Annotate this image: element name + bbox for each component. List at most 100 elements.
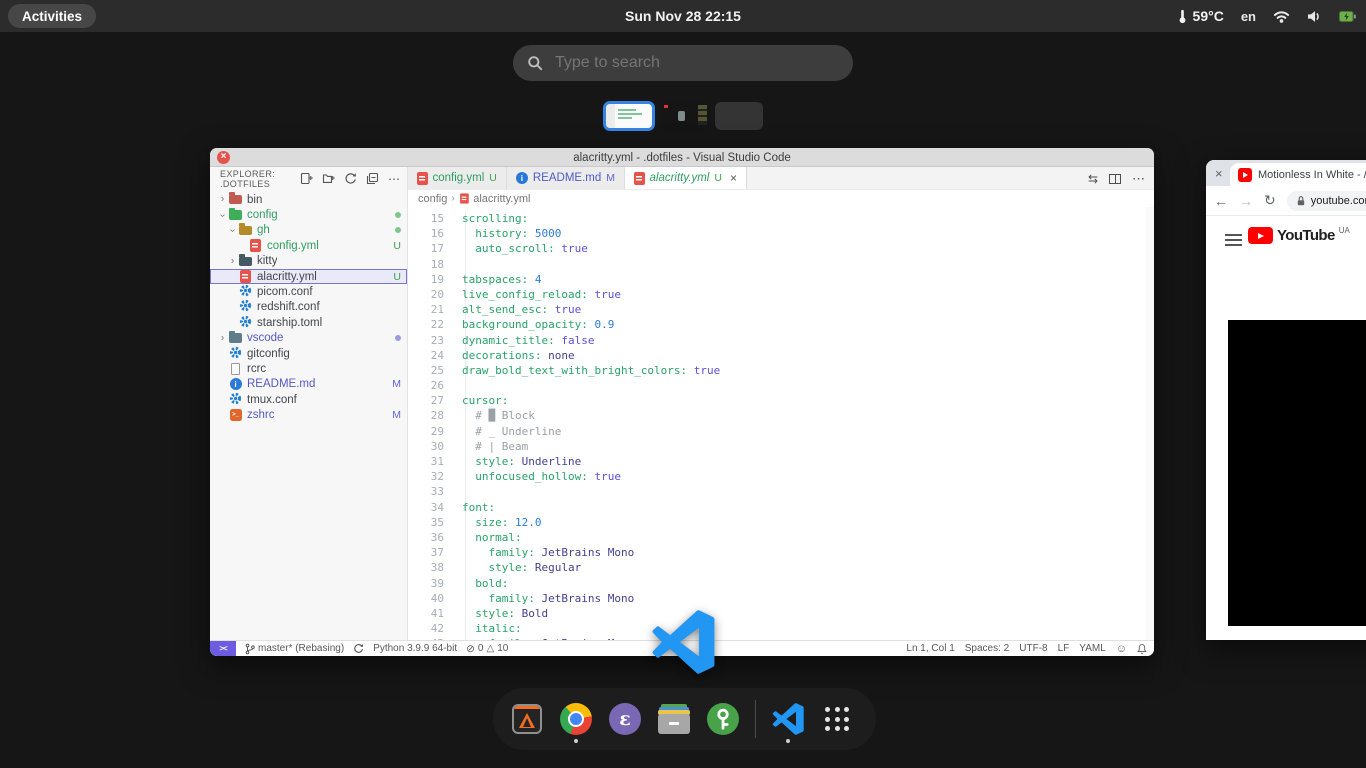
line-number: 37	[408, 545, 454, 560]
back-button[interactable]: ←	[1214, 193, 1228, 209]
tab-dirty-badge: M	[606, 172, 615, 184]
system-tray[interactable]: 59°C en	[1177, 0, 1356, 32]
code-text: history: 5000	[454, 226, 561, 241]
tab-config.yml[interactable]: config.ymlU	[408, 167, 507, 189]
line-number: 27	[408, 393, 454, 408]
line-number: 42	[408, 621, 454, 636]
tree-item-bin[interactable]: ›bin	[210, 192, 407, 207]
tab-close-icon[interactable]: ×	[1215, 166, 1223, 181]
tree-item-config.yml[interactable]: ›config.ymlU	[210, 238, 407, 253]
dock-item-passwords-keys[interactable]	[706, 702, 740, 736]
line-number: 31	[408, 454, 454, 469]
code-editor[interactable]: 15scrolling:16 history: 500017 auto_scro…	[408, 207, 1154, 640]
code-text: style: Bold	[454, 606, 548, 621]
gear-icon	[228, 346, 243, 362]
new-folder-icon[interactable]	[322, 172, 335, 185]
workspace-thumbnail-3[interactable]	[715, 102, 763, 130]
code-line-38: 38 style: Regular	[408, 560, 1154, 575]
video-player[interactable]	[1228, 320, 1366, 626]
tab-label: config.yml	[433, 172, 485, 184]
line-number: 38	[408, 560, 454, 575]
vscode-app-badge-icon[interactable]	[651, 610, 715, 674]
clock[interactable]: Sun Nov 28 22:15	[0, 0, 1366, 32]
tab-close-icon[interactable]: ×	[730, 171, 737, 185]
editor-scrollbar[interactable]	[1146, 207, 1154, 640]
tree-item-gitconfig[interactable]: ›gitconfig	[210, 346, 407, 361]
refresh-icon[interactable]	[344, 172, 357, 185]
feedback-icon[interactable]: ☺	[1116, 643, 1127, 655]
status-utf-8[interactable]: UTF-8	[1019, 643, 1047, 654]
emacs-icon: ε	[609, 703, 641, 735]
youtube-logo[interactable]: YouTube UA	[1248, 227, 1350, 244]
collapse-all-icon[interactable]	[366, 172, 379, 185]
tree-item-redshift.conf[interactable]: ›redshift.conf	[210, 300, 407, 315]
forward-button[interactable]: →	[1239, 193, 1253, 209]
tree-item-label: gitconfig	[247, 348, 290, 360]
dock-item-alacritty[interactable]	[510, 702, 544, 736]
search-input[interactable]	[553, 53, 839, 73]
search-box[interactable]	[513, 45, 853, 81]
tree-item-config[interactable]: ›config	[210, 207, 407, 222]
file-tree: ›bin›config›gh›config.ymlU›kitty›alacrit…	[210, 192, 407, 640]
git-status-badge: U	[393, 240, 401, 252]
breadcrumb[interactable]: config › alacritty.yml	[408, 190, 1154, 207]
open-changes-icon[interactable]: ⇆	[1088, 172, 1098, 186]
code-line-26: 26	[408, 378, 1154, 393]
explorer-header: EXPLORER: .DOTFILES	[220, 169, 291, 189]
status-spaces-2[interactable]: Spaces: 2	[965, 643, 1009, 654]
workspace-thumbnail-2[interactable]	[661, 102, 709, 130]
dock-item-emacs[interactable]: ε	[608, 702, 642, 736]
breadcrumb-folder[interactable]: config	[418, 193, 447, 205]
dock-item-vscode[interactable]	[771, 702, 805, 736]
chrome-active-tab[interactable]: Motionless In White - /	[1230, 163, 1366, 186]
tree-item-README.md[interactable]: ›iREADME.mdM	[210, 377, 407, 392]
vscode-window[interactable]: × alacritty.yml - .dotfiles - Visual Stu…	[210, 148, 1154, 656]
code-line-40: 40 family: JetBrains Mono	[408, 591, 1154, 606]
notifications-icon[interactable]	[1137, 643, 1147, 655]
workspace-thumbnail-1[interactable]	[603, 101, 655, 131]
tab-alacritty.yml[interactable]: alacritty.ymlU×	[625, 167, 747, 189]
dock-item-app-grid[interactable]	[820, 702, 854, 736]
tree-item-zshrc[interactable]: ›>_zshrcM	[210, 407, 407, 422]
sync-icon[interactable]	[353, 643, 364, 654]
status-python-3-9-9-64-bit[interactable]: Python 3.9.9 64-bit	[373, 643, 457, 654]
code-text: auto_scroll: true	[454, 241, 588, 256]
new-file-icon[interactable]	[300, 172, 313, 185]
vscode-window-title: alacritty.yml - .dotfiles - Visual Studi…	[210, 148, 1154, 167]
dock-item-chrome[interactable]	[559, 702, 593, 736]
more-actions-icon[interactable]: ⋯	[388, 172, 401, 186]
menu-icon[interactable]	[1225, 234, 1242, 249]
reload-button[interactable]: ↻	[1264, 192, 1276, 209]
split-editor-icon[interactable]	[1109, 174, 1121, 184]
folder-icon	[238, 257, 253, 267]
status-lf[interactable]: LF	[1058, 643, 1070, 654]
tree-item-picom.conf[interactable]: ›picom.conf	[210, 284, 407, 299]
info-file-icon: i	[516, 172, 528, 184]
code-text: family: JetBrains Mono	[454, 591, 634, 606]
tree-item-gh[interactable]: ›gh	[210, 223, 407, 238]
editor-tab-bar: config.ymlUiREADME.mdMalacritty.ymlU×	[408, 167, 1154, 190]
tree-item-kitty[interactable]: ›kitty	[210, 254, 407, 269]
address-bar[interactable]: youtube.com/wa	[1287, 191, 1366, 211]
keyboard-layout-indicator[interactable]: en	[1241, 9, 1256, 24]
tree-item-alacritty.yml[interactable]: ›alacritty.ymlU	[210, 269, 407, 284]
code-text: # █ Block	[454, 408, 535, 423]
line-number: 26	[408, 378, 454, 393]
tree-item-vscode[interactable]: ›vscode	[210, 331, 407, 346]
tab-dirty-badge: U	[714, 172, 722, 184]
chevron-icon: ›	[217, 332, 228, 343]
tree-item-starship.toml[interactable]: ›starship.toml	[210, 315, 407, 330]
tab-README.md[interactable]: iREADME.mdM	[507, 167, 625, 189]
status-yaml[interactable]: YAML	[1079, 643, 1106, 654]
more-actions-icon[interactable]: ⋯	[1132, 171, 1146, 187]
tree-item-tmux.conf[interactable]: ›tmux.conf	[210, 392, 407, 407]
remote-indicator[interactable]: ><	[210, 641, 236, 657]
problems-status[interactable]: ⊘0△10	[466, 643, 508, 655]
git-branch-status[interactable]: master* (Rebasing)	[245, 643, 344, 655]
term-icon: >_	[228, 409, 243, 421]
dock-item-files[interactable]	[657, 702, 691, 736]
status-ln-1-col-1[interactable]: Ln 1, Col 1	[906, 643, 954, 654]
breadcrumb-file[interactable]: alacritty.yml	[473, 193, 530, 205]
tree-item-rcrc[interactable]: ›rcrc	[210, 361, 407, 376]
chrome-window[interactable]: × Motionless In White - / ← → ↻ youtube.…	[1206, 160, 1366, 640]
